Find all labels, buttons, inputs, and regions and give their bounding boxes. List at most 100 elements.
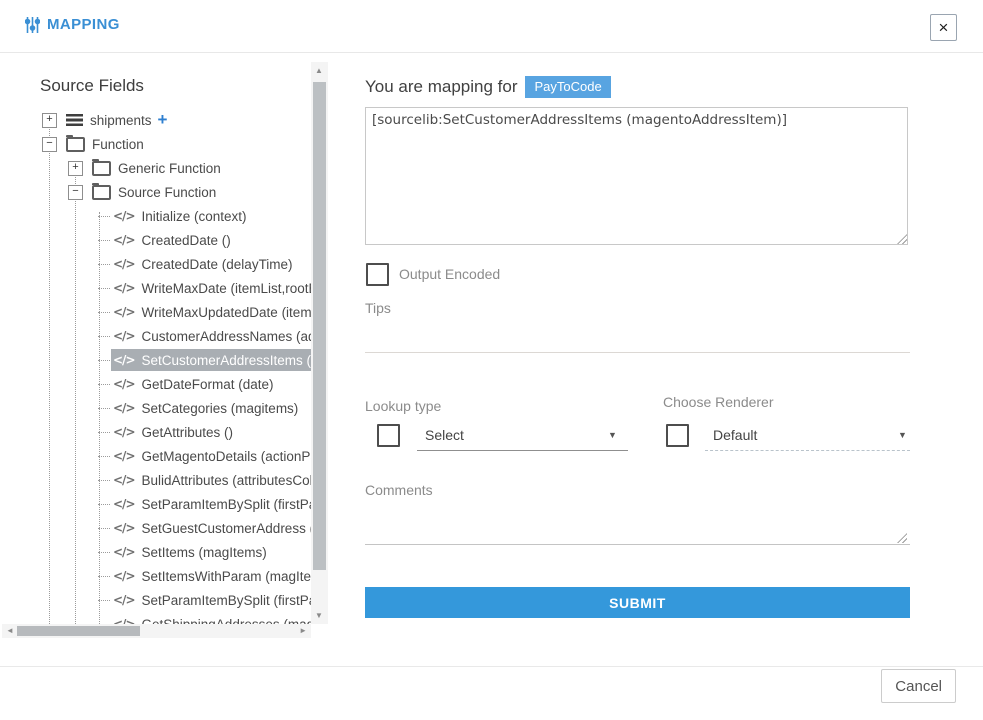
- tree-item: </> SetCategories (magitems): [2, 396, 311, 420]
- tree-node[interactable]: </> SetCategories (magitems): [111, 397, 311, 419]
- tree-node-label: Initialize (context): [142, 209, 247, 224]
- tree-node[interactable]: Generic Function: [90, 157, 311, 179]
- tree-node-label: WriteMaxDate (itemList,rootE: [142, 281, 312, 296]
- tree-node-label: Generic Function: [118, 161, 221, 176]
- tree-item: </> CustomerAddressNames (ad: [2, 324, 311, 348]
- tree-item: </> GetMagentoDetails (actionPa: [2, 444, 311, 468]
- source-fields-title: Source Fields: [40, 76, 311, 96]
- tree-node-icon: </>: [113, 545, 135, 559]
- tree-node-icon: [66, 114, 83, 127]
- source-fields-panel: Source Fields + shipments + − Function +…: [2, 62, 328, 638]
- source-tree: + shipments + − Function + Generic Funct…: [2, 108, 311, 624]
- vertical-scroll-thumb[interactable]: [313, 82, 326, 570]
- tree-item: + Generic Function: [2, 156, 311, 180]
- tree-item: </> WriteMaxDate (itemList,rootE: [2, 276, 311, 300]
- tree-node[interactable]: </> CustomerAddressNames (ad: [111, 325, 311, 347]
- tree-node-label: SetCategories (magitems): [142, 401, 299, 416]
- tree-node[interactable]: Source Function: [90, 181, 311, 203]
- tree-toggle-icon[interactable]: +: [68, 161, 83, 176]
- tree-node[interactable]: </> SetItemsWithParam (magIter: [111, 565, 311, 587]
- tree-node-label: GetDateFormat (date): [142, 377, 274, 392]
- tree-node-icon: </>: [113, 353, 135, 367]
- tree-connector: [98, 384, 110, 385]
- comments-textarea[interactable]: [365, 500, 910, 545]
- tree-item: </> SetItems (magItems): [2, 540, 311, 564]
- expression-textarea[interactable]: [sourcelib:SetCustomerAddressItems (mage…: [365, 107, 908, 245]
- renderer-checkbox[interactable]: [666, 424, 689, 447]
- scroll-right-icon[interactable]: [299, 627, 307, 635]
- tips-input-underline[interactable]: [365, 352, 910, 353]
- renderer-select[interactable]: Default: [713, 427, 757, 443]
- tree-connector: [98, 360, 110, 361]
- tree-node[interactable]: </> Initialize (context): [111, 205, 311, 227]
- tree-vertical-scrollbar[interactable]: [311, 62, 328, 624]
- scroll-left-icon[interactable]: [6, 627, 14, 635]
- tree-node-icon: </>: [113, 329, 135, 343]
- tree-toggle-icon[interactable]: −: [42, 137, 57, 152]
- add-icon[interactable]: +: [158, 113, 168, 127]
- tree-node-label: CreatedDate (): [142, 233, 231, 248]
- tree-connector: [98, 504, 110, 505]
- footer-divider: [0, 666, 983, 667]
- tree-node[interactable]: </> SetGuestCustomerAddress (: [111, 517, 311, 539]
- tree-item: </> SetCustomerAddressItems (r: [2, 348, 311, 372]
- tree-node-label: SetItemsWithParam (magIter: [142, 569, 312, 584]
- tree-node-icon: </>: [113, 425, 135, 439]
- tree-node[interactable]: </> GetShippingAddresses (mag: [111, 613, 311, 624]
- tree-item: </> GetAttributes (): [2, 420, 311, 444]
- tree-node-icon: </>: [113, 617, 135, 624]
- chevron-down-icon[interactable]: [608, 430, 617, 440]
- tree-node[interactable]: </> GetDateFormat (date): [111, 373, 311, 395]
- tree-node-label: WriteMaxUpdatedDate (itemL: [142, 305, 312, 320]
- tree-node-label: CustomerAddressNames (ad: [142, 329, 312, 344]
- tree-item: </> CreatedDate (delayTime): [2, 252, 311, 276]
- tree-node-icon: [92, 161, 111, 176]
- tree-node[interactable]: </> SetCustomerAddressItems (r: [111, 349, 311, 371]
- horizontal-scroll-thumb[interactable]: [17, 626, 140, 636]
- tree-item: </> BulidAttributes (attributesColl: [2, 468, 311, 492]
- tree-horizontal-scrollbar[interactable]: [2, 624, 311, 638]
- tree-node[interactable]: Function: [64, 133, 311, 155]
- dialog-title-text: MAPPING: [47, 16, 120, 33]
- lookup-type-checkbox[interactable]: [377, 424, 400, 447]
- tree-toggle-icon[interactable]: −: [68, 185, 83, 200]
- tree-node[interactable]: </> SetParamItemBySplit (firstPa: [111, 493, 311, 515]
- tree-node[interactable]: </> WriteMaxUpdatedDate (itemL: [111, 301, 311, 323]
- lookup-type-select[interactable]: Select: [425, 427, 464, 443]
- tree-node-label: SetParamItemBySplit (firstPa: [142, 593, 312, 608]
- tree-node[interactable]: </> WriteMaxDate (itemList,rootE: [111, 277, 311, 299]
- close-icon[interactable]: ×: [930, 14, 957, 41]
- tree-node[interactable]: </> CreatedDate (delayTime): [111, 253, 311, 275]
- tree-node[interactable]: </> CreatedDate (): [111, 229, 311, 251]
- tree-node-icon: </>: [113, 521, 135, 535]
- tree-node-icon: </>: [113, 209, 135, 223]
- tree-node-icon: </>: [113, 305, 135, 319]
- tree-item: </> GetDateFormat (date): [2, 372, 311, 396]
- tree-node-icon: </>: [113, 473, 135, 487]
- tree-node[interactable]: </> GetAttributes (): [111, 421, 311, 443]
- tree-connector: [98, 480, 110, 481]
- scroll-up-icon[interactable]: [315, 67, 323, 75]
- tree-node-label: BulidAttributes (attributesColl: [142, 473, 312, 488]
- tree-node[interactable]: </> BulidAttributes (attributesColl: [111, 469, 311, 491]
- cancel-button[interactable]: Cancel: [881, 669, 956, 703]
- tree-node[interactable]: </> GetMagentoDetails (actionPa: [111, 445, 311, 467]
- tree-item: + shipments +: [2, 108, 311, 132]
- tree-toggle-icon[interactable]: +: [42, 113, 57, 128]
- tree-connector: [98, 576, 110, 577]
- tree-node-icon: </>: [113, 257, 135, 271]
- tree-node[interactable]: shipments +: [64, 109, 311, 131]
- output-encoded-checkbox[interactable]: [366, 263, 389, 286]
- tree-node[interactable]: </> SetItems (magItems): [111, 541, 311, 563]
- submit-button[interactable]: SUBMIT: [365, 587, 910, 618]
- tree-connector: [98, 264, 110, 265]
- tree-node-icon: [66, 137, 85, 152]
- chevron-down-icon[interactable]: [898, 430, 907, 440]
- tree-node-label: SetItems (magItems): [142, 545, 267, 560]
- scroll-down-icon[interactable]: [315, 612, 323, 620]
- tree-node[interactable]: </> SetParamItemBySplit (firstPa: [111, 589, 311, 611]
- choose-renderer-label: Choose Renderer: [663, 394, 774, 410]
- tree-node-icon: </>: [113, 377, 135, 391]
- tree-connector: [98, 240, 110, 241]
- tree-connector: [98, 336, 110, 337]
